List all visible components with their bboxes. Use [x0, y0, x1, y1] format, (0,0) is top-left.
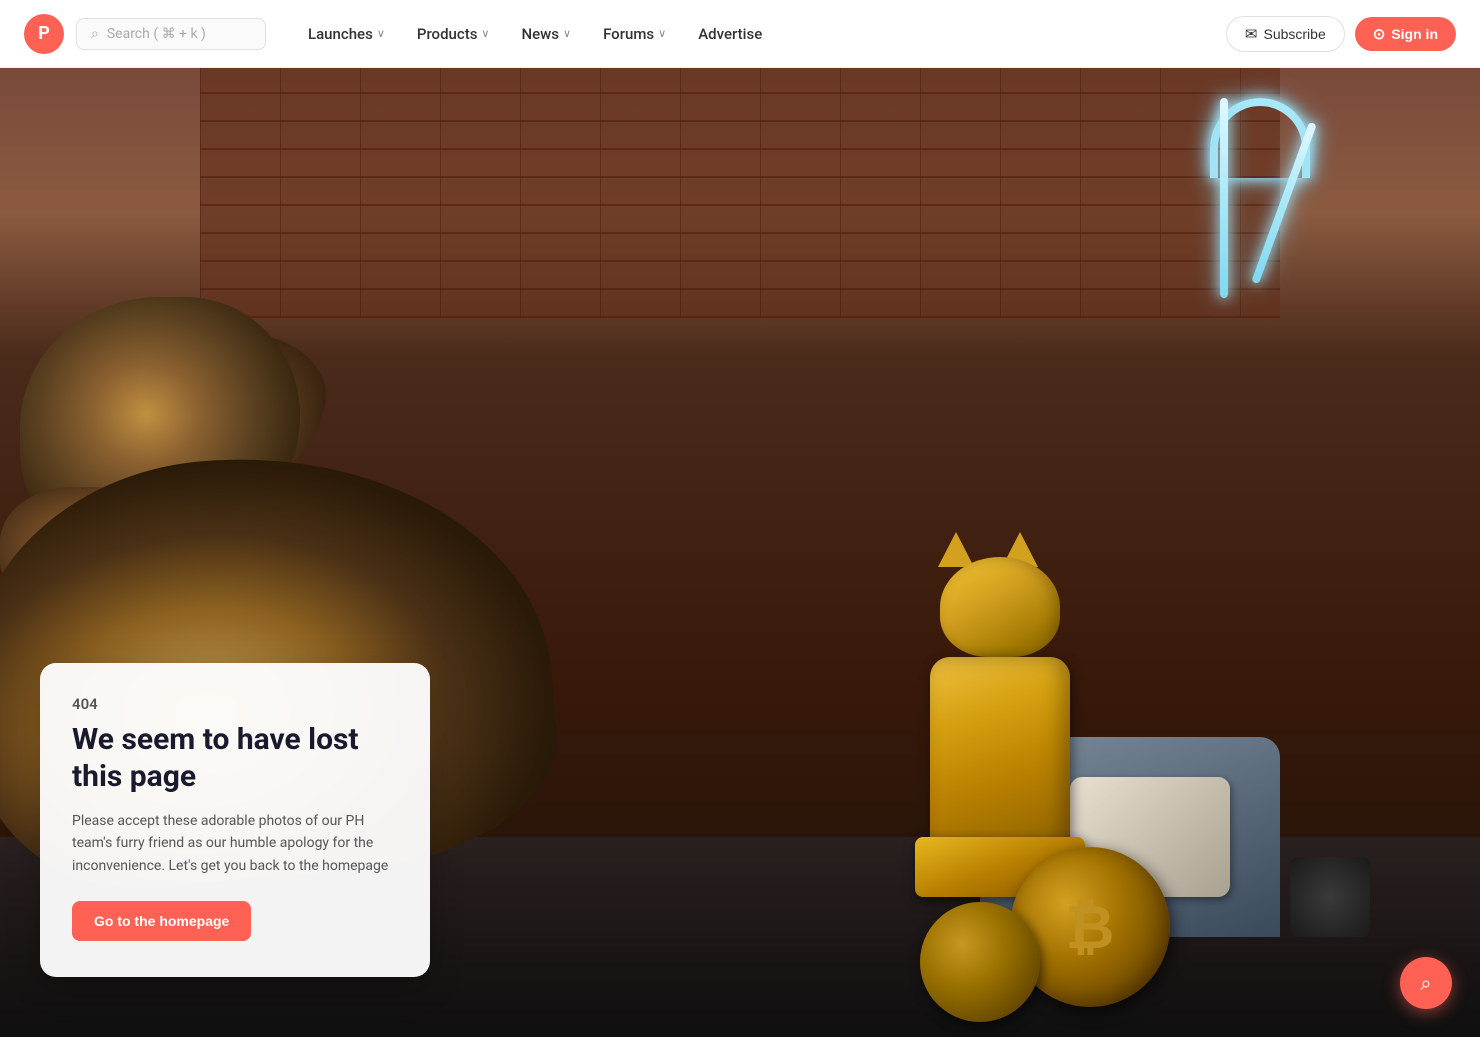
neon-tube-left [1220, 98, 1228, 298]
search-bar[interactable]: ⌕ Search ( ⌘ + k ) [76, 18, 266, 50]
nav-item-news[interactable]: News ∨ [507, 17, 585, 51]
signin-button[interactable]: ⊙ Sign in [1355, 17, 1456, 51]
search-placeholder: Search ( ⌘ + k ) [107, 26, 206, 42]
subscribe-button[interactable]: ✉ Subscribe [1226, 16, 1345, 52]
nav-item-forums[interactable]: Forums ∨ [589, 17, 680, 51]
nav-item-products[interactable]: Products ∨ [403, 17, 504, 51]
fab-search-icon: ⌕ [1420, 971, 1431, 995]
neon-base [1290, 857, 1370, 937]
chevron-down-icon: ∨ [481, 27, 489, 40]
statue-head [940, 557, 1060, 657]
error-description: Please accept these adorable photos of o… [72, 810, 398, 877]
fab-search-button[interactable]: ⌕ [1400, 957, 1452, 1009]
nav-item-advertise[interactable]: Advertise [684, 17, 776, 51]
go-to-homepage-button[interactable]: Go to the homepage [72, 901, 251, 941]
error-card: 404 We seem to have lost this page Pleas… [40, 663, 430, 977]
statue-ear-left [938, 532, 974, 567]
error-title: We seem to have lost this page [72, 721, 398, 796]
statue-body [930, 657, 1070, 857]
error-code: 404 [72, 695, 398, 713]
signin-icon: ⊙ [1373, 25, 1386, 43]
search-icon: ⌕ [91, 26, 99, 42]
chevron-down-icon: ∨ [658, 27, 666, 40]
bitcoin-coin-small [920, 902, 1040, 1022]
nav-item-launches[interactable]: Launches ∨ [294, 17, 399, 51]
hero-area: ₿ 404 We seem to have lost this page Ple… [0, 68, 1480, 1037]
neon-art [1180, 98, 1380, 398]
chevron-down-icon: ∨ [377, 27, 385, 40]
logo[interactable]: P [24, 14, 64, 54]
navbar: P ⌕ Search ( ⌘ + k ) Launches ∨ Products… [0, 0, 1480, 68]
nav-items: Launches ∨ Products ∨ News ∨ Forums ∨ Ad… [294, 17, 776, 51]
chevron-down-icon: ∨ [563, 27, 571, 40]
nav-right: ✉ Subscribe ⊙ Sign in [1226, 16, 1456, 52]
subscribe-icon: ✉ [1245, 25, 1258, 43]
